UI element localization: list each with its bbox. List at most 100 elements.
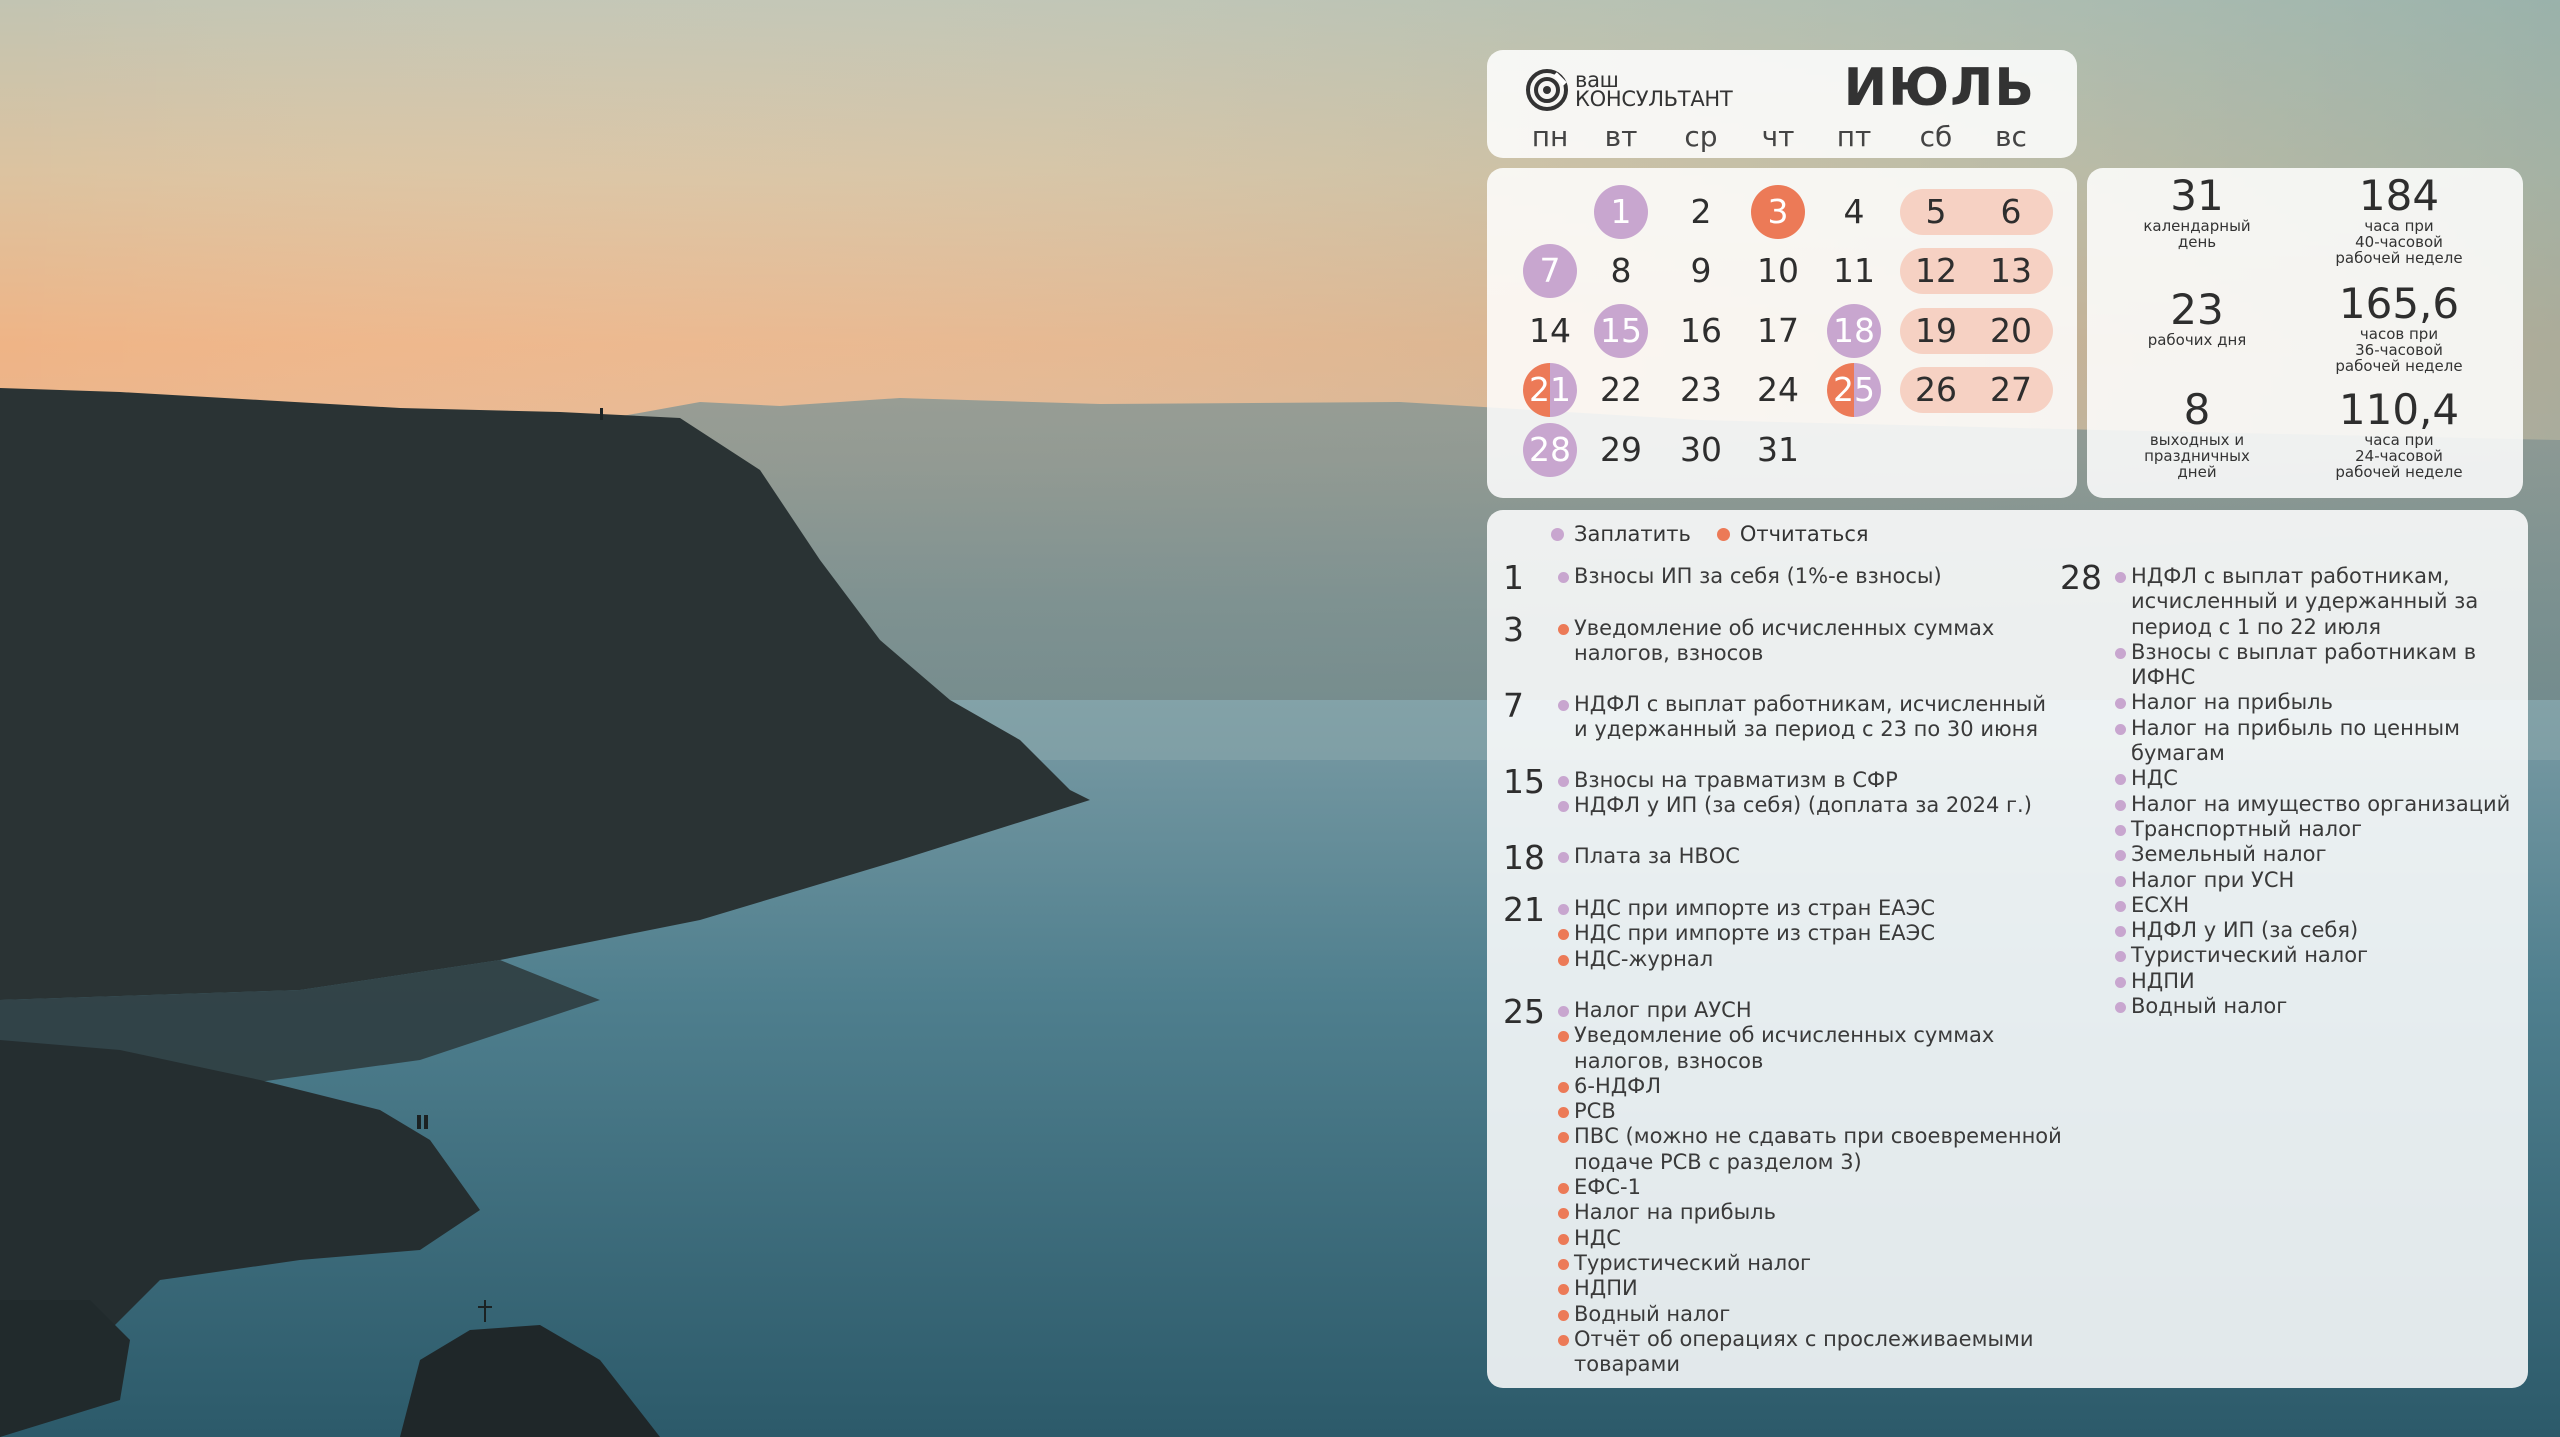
report-dot-icon bbox=[1558, 1309, 1569, 1321]
deadline-item-text: НДПИ bbox=[1574, 1276, 1638, 1301]
deadline-day-number: 3 bbox=[1503, 610, 1524, 649]
deadline-item-text: НДС bbox=[2131, 766, 2178, 791]
deadline-item-text: Налог при АУСН bbox=[1574, 998, 1752, 1022]
stat-label: 36-часовой bbox=[2355, 341, 2443, 359]
deadline-item: Водный налог bbox=[1558, 1302, 2063, 1327]
stat-label: часа при bbox=[2364, 217, 2434, 235]
deadline-item: Туристический налог bbox=[1558, 1251, 2063, 1276]
report-dot-icon bbox=[1558, 1208, 1569, 1220]
deadline-item: Взносы ИП за себя (1%-е взносы) bbox=[1558, 564, 2063, 589]
deadline-item-text: Взносы на травматизм в СФР bbox=[1574, 768, 1898, 792]
deadline-item: Налог на прибыль bbox=[1558, 1200, 2063, 1225]
calendar-day-18: 18 bbox=[1827, 304, 1881, 358]
deadline-item: Отчёт об операциях с прослеживаемыми тов… bbox=[1558, 1327, 2063, 1378]
report-dot-icon bbox=[1558, 954, 1569, 966]
legend: Заплатить Отчитаться bbox=[1551, 522, 1869, 546]
deadline-day-number: 18 bbox=[1503, 838, 1545, 877]
report-dot-icon bbox=[1558, 1334, 1569, 1346]
stat-block: 165,6 часов при 36-часовой рабочей неделе bbox=[2299, 282, 2499, 375]
deadline-item-text: ЕСХН bbox=[2131, 892, 2190, 917]
pay-dot-icon bbox=[1558, 904, 1569, 915]
weekday-label: вс bbox=[1995, 120, 2027, 153]
deadline-item: НДС bbox=[2115, 766, 2525, 791]
pay-dot-icon bbox=[2115, 647, 2126, 659]
calendar-day-20: 20 bbox=[1990, 311, 2032, 350]
stat-label: праздничных bbox=[2144, 447, 2250, 465]
deadline-item-text: НДС при импорте из стран ЕАЭС bbox=[1574, 896, 1935, 920]
stat-value: 31 bbox=[2170, 171, 2224, 220]
report-dot-icon bbox=[1558, 1284, 1569, 1296]
calendar-day-2: 2 bbox=[1690, 192, 1712, 231]
calendar-day-17: 17 bbox=[1757, 311, 1799, 350]
calendar-day-29: 29 bbox=[1600, 430, 1642, 469]
calendar-day-22: 22 bbox=[1600, 370, 1642, 409]
stat-value: 8 bbox=[2183, 385, 2211, 434]
weekday-label: вт bbox=[1604, 120, 1638, 153]
stat-value: 110,4 bbox=[2338, 385, 2460, 434]
deadline-item: Уведомление об исчисленных суммах налого… bbox=[1558, 1023, 2063, 1074]
report-dot-icon bbox=[1558, 1258, 1569, 1270]
deadline-day-number: 1 bbox=[1503, 558, 1524, 597]
report-dot-icon bbox=[1558, 624, 1569, 635]
pay-dot-icon bbox=[2115, 1002, 2126, 1014]
deadline-item-text: Туристический налог bbox=[2131, 943, 2369, 968]
deadline-item: Налог при УСН bbox=[2115, 868, 2525, 893]
pay-dot-icon bbox=[1558, 700, 1569, 711]
weekday-label: пт bbox=[1836, 120, 1872, 153]
logo-text: ваш КОНСУЛЬТАНТ bbox=[1575, 70, 1733, 110]
deadline-item: НДФЛ у ИП (за себя) bbox=[2115, 918, 2525, 943]
deadline-item: Взносы с выплат работникам в ИФНС bbox=[2115, 640, 2525, 691]
stat-value: 184 bbox=[2358, 171, 2440, 220]
deadline-item-text: Налог на прибыль по ценным бумагам bbox=[2131, 715, 2460, 766]
deadline-item: ПВС (можно не сдавать при своевременной … bbox=[1558, 1124, 2063, 1175]
stat-label: выходных и bbox=[2149, 431, 2245, 449]
deadline-item: ЕСХН bbox=[2115, 893, 2525, 918]
calendar-day-14: 14 bbox=[1529, 311, 1571, 350]
deadline-item-text: Налог при УСН bbox=[2131, 867, 2295, 892]
pay-dot-icon bbox=[2115, 976, 2126, 988]
deadline-item-text: Налог на прибыль bbox=[2131, 690, 2333, 715]
pay-dot-icon bbox=[2115, 850, 2126, 862]
deadline-item-text: ЕФС-1 bbox=[1574, 1175, 1641, 1200]
deadline-item-text: Уведомление об исчисленных суммах налого… bbox=[1574, 1023, 1995, 1073]
deadline-item: НДФЛ с выплат работникам, исчисленный и … bbox=[2115, 564, 2525, 640]
deadline-item-text: 6-НДФЛ bbox=[1574, 1073, 1662, 1098]
deadline-item-text: НДПИ bbox=[2131, 968, 2195, 993]
deadline-item-text: НДФЛ с выплат работникам, исчисленный и … bbox=[2131, 564, 2479, 639]
deadline-day-number: 21 bbox=[1503, 890, 1545, 929]
stat-label: часов при bbox=[2359, 325, 2439, 343]
deadline-item-text: НДФЛ с выплат работникам, исчисленный и … bbox=[1574, 692, 2047, 742]
calendar-day-7: 7 bbox=[1523, 244, 1577, 298]
pay-dot-icon bbox=[1558, 776, 1569, 787]
calendar-day-10: 10 bbox=[1757, 251, 1799, 290]
deadline-item-text: РСВ bbox=[1574, 1099, 1616, 1124]
calendar-day-15: 15 bbox=[1594, 304, 1648, 358]
deadline-item: НДС при импорте из стран ЕАЭС bbox=[1558, 896, 2063, 921]
calendar-day-13: 13 bbox=[1990, 251, 2032, 290]
deadline-item: Налог при АУСН bbox=[1558, 998, 2063, 1023]
stat-label: часа при bbox=[2364, 431, 2434, 449]
deadline-item-text: Отчёт об операциях с прослеживаемыми тов… bbox=[1574, 1326, 2034, 1377]
deadline-item: ЕФС-1 bbox=[1558, 1175, 2063, 1200]
deadline-item-text: НДФЛ у ИП (за себя) (доплата за 2024 г.) bbox=[1574, 793, 2032, 818]
calendar-day-5: 5 bbox=[1925, 192, 1947, 231]
calendar-day-23: 23 bbox=[1680, 370, 1722, 409]
pay-dot-icon bbox=[2115, 774, 2126, 786]
calendar-day-6: 6 bbox=[2000, 192, 2022, 231]
deadline-item: НДФЛ с выплат работникам, исчисленный и … bbox=[1558, 692, 2063, 743]
report-dot-icon bbox=[1558, 1107, 1569, 1119]
deadline-item-text: Уведомление об исчисленных суммах налого… bbox=[1574, 616, 1995, 666]
report-dot-icon bbox=[1558, 1132, 1569, 1144]
weekday-label: пн bbox=[1531, 120, 1569, 153]
deadline-item: НДПИ bbox=[2115, 969, 2525, 994]
deadline-item-text: Земельный налог bbox=[2131, 842, 2327, 867]
stat-label: 24-часовой bbox=[2355, 447, 2443, 465]
stat-block: 31 календарный день bbox=[2097, 171, 2297, 251]
calendar-day-16: 16 bbox=[1680, 311, 1722, 350]
month-stats-card: 31 календарный день 184 часа при 40-часовой ра… bbox=[2087, 168, 2523, 498]
deadline-item: НДС-журнал bbox=[1558, 947, 2063, 972]
pay-legend-dot-icon bbox=[1551, 527, 1564, 541]
report-dot-icon bbox=[1558, 1081, 1569, 1093]
report-legend-dot-icon bbox=[1716, 527, 1730, 541]
deadline-item: Налог на прибыль bbox=[2115, 690, 2525, 715]
